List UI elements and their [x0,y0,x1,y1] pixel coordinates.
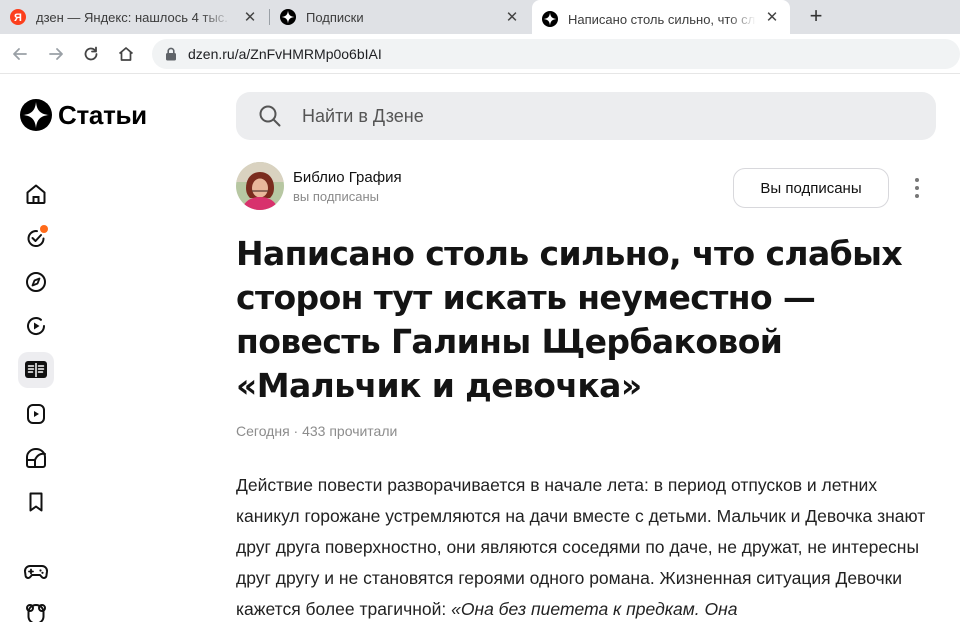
article-headline: Написано столь сильно, что слабых сторон… [236,234,903,405]
close-tab-icon[interactable]: ✕ [764,9,780,26]
subscribed-button[interactable]: Вы подписаны [733,168,889,208]
search-input[interactable] [302,105,862,127]
compass-icon [26,272,46,292]
articles-book-icon [25,361,47,378]
browser-toolbar: dzen.ru/a/ZnFvHMRMp0o6bIAI [0,34,960,74]
author-block[interactable]: Библио Графия вы подписаны [236,162,402,210]
search-icon [259,105,281,127]
author-name[interactable]: Библио Графия [293,169,402,186]
nav-games[interactable] [18,554,54,590]
nav-rooms[interactable] [18,440,54,476]
more-options-button[interactable] [906,175,928,201]
avatar[interactable] [236,162,284,210]
reload-icon [84,46,98,61]
site-logo[interactable]: Статьи [20,99,147,131]
tab-title: Написано столь сильно, что слабых сторон [568,11,756,27]
forward-button[interactable] [44,42,68,66]
reload-button[interactable] [79,42,103,66]
dzen-icon [280,9,296,25]
nav-notifications[interactable] [18,220,54,256]
nav-explore[interactable] [18,264,54,300]
bookmark-icon [29,492,43,512]
browser-tab-subscriptions[interactable]: Подписки ✕ [270,0,530,34]
yandex-letter: Я [14,12,22,24]
article-body: Действие повести разворачивается в начал… [236,470,936,622]
kebab-dot-icon [915,194,919,198]
new-tab-button[interactable]: + [804,5,828,29]
video-play-icon [27,317,46,335]
arrow-right-icon [49,48,63,60]
address-bar[interactable]: dzen.ru/a/ZnFvHMRMp0o6bIAI [152,39,960,69]
yandex-icon: Я [10,9,26,25]
nav-kids[interactable] [18,596,54,622]
url-text: dzen.ru/a/ZnFvHMRMp0o6bIAI [188,46,382,62]
house-icon [118,47,134,61]
close-tab-icon[interactable]: ✕ [504,9,520,26]
nav-home[interactable] [18,176,54,212]
article-meta: Сегодня · 433 прочитали [236,423,398,439]
article-body-quote: «Она без пиетета к предкам. Она [451,599,738,619]
home-icon [26,184,46,204]
dzen-logo-icon [20,99,52,131]
browser-tab-yandex[interactable]: Я дзен — Яндекс: нашлось 4 тыс. результа… [0,0,268,34]
close-tab-icon[interactable]: ✕ [242,9,258,26]
author-photo [236,162,284,210]
shorts-icon [27,404,45,424]
arrow-left-icon [13,48,27,60]
home-button[interactable] [114,42,138,66]
article-body-text: Действие повести разворачивается в начал… [236,475,926,619]
nav-video[interactable] [18,308,54,344]
browser-tab-bar: Я дзен — Яндекс: нашлось 4 тыс. результа… [0,0,960,38]
nav-bookmarks[interactable] [18,484,54,520]
gamepad-icon [24,564,48,579]
back-button[interactable] [8,42,32,66]
search-bar[interactable] [236,92,936,140]
nav-shorts[interactable] [18,396,54,432]
notification-badge [40,225,48,233]
kebab-dot-icon [915,186,919,190]
author-subscription-status: вы подписаны [293,188,379,204]
dzen-icon [542,11,558,27]
kids-bear-icon [26,604,46,622]
browser-tab-article[interactable]: Написано столь сильно, что слабых сторон… [532,0,790,38]
logo-text: Статьи [58,99,147,130]
nav-articles[interactable] [18,352,54,388]
tab-title: дзен — Яндекс: нашлось 4 тыс. результато… [36,9,231,25]
tab-title: Подписки [306,9,364,25]
kebab-dot-icon [915,178,919,182]
rooms-icon [26,448,46,468]
lock-icon [164,47,178,61]
